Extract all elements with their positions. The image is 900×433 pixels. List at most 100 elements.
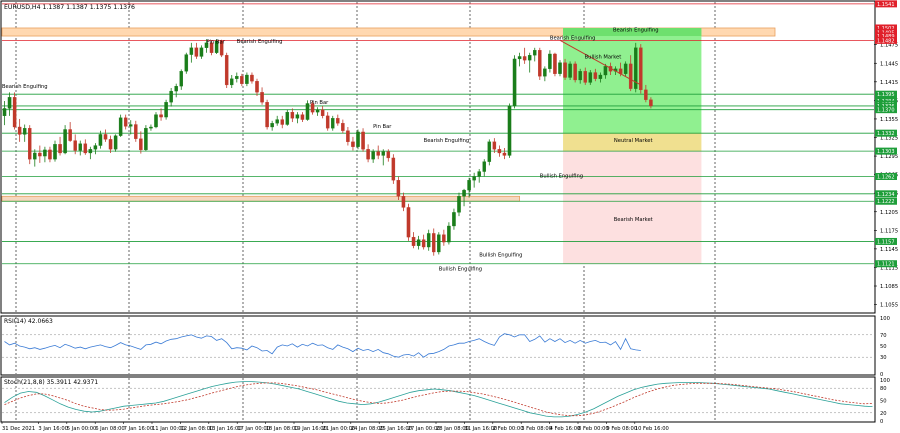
candle-body xyxy=(2,108,7,117)
zone-label: Bullish Market xyxy=(585,54,622,60)
candle-body xyxy=(38,152,42,157)
stoch-pane-frame xyxy=(0,376,876,423)
x-tick-label: 5 Jan 00:00 xyxy=(67,426,97,432)
candle-body xyxy=(315,109,320,113)
candle-body xyxy=(639,47,643,91)
candle-body xyxy=(512,58,517,107)
x-tick-label: 10 Feb 16:00 xyxy=(635,426,669,432)
candle-body xyxy=(558,62,562,74)
candle-body xyxy=(583,71,588,83)
symbol-header: EURUSD,H4 1.1387 1.1387 1.1375 1.1376 xyxy=(4,4,135,11)
candle-body xyxy=(93,145,98,150)
candle-body xyxy=(371,151,375,160)
candle-body xyxy=(285,111,290,125)
price-pane: Bearish Engulfing Pin Bar Bearish Engulfin… xyxy=(0,0,898,314)
candle-body xyxy=(179,71,183,87)
candle-body xyxy=(17,126,22,135)
pattern-annotation: Pin Bar xyxy=(207,39,226,45)
price-level-label: 1.1370 xyxy=(877,108,895,114)
price-level-label: 1.1262 xyxy=(877,174,895,180)
price-tick-label: 1.1085 xyxy=(880,284,898,290)
candle-body xyxy=(472,176,476,181)
candle-body xyxy=(502,152,507,156)
candle-body xyxy=(73,140,77,151)
x-tick-label: 4 Feb 16:00 xyxy=(550,426,581,432)
candle-body xyxy=(22,128,27,135)
candle-body xyxy=(457,196,461,213)
candle-body xyxy=(507,105,512,156)
candle-body xyxy=(477,171,481,177)
candle-body xyxy=(623,63,628,74)
candle-body xyxy=(411,236,416,246)
rsi-tick-label: 50 xyxy=(880,344,887,350)
candle-body xyxy=(522,56,527,61)
candle-body xyxy=(437,234,441,253)
candle-body xyxy=(194,47,199,57)
candle-body xyxy=(336,118,340,124)
candle-body xyxy=(462,189,466,197)
candle-body xyxy=(275,119,279,124)
candle-body xyxy=(103,134,108,140)
pattern-annotation: Bearish Engulfing xyxy=(424,138,470,144)
price-tick-label: 1.1415 xyxy=(880,80,898,86)
stoch-tick-label: 100 xyxy=(880,378,890,384)
candle-body xyxy=(134,124,138,139)
candle-body xyxy=(431,233,436,253)
candle-body xyxy=(33,152,37,160)
candle-body xyxy=(391,157,396,181)
candle-body xyxy=(376,151,380,156)
candle-body xyxy=(300,114,305,120)
candle-body xyxy=(118,117,123,136)
candle-body xyxy=(88,149,93,154)
candle-body xyxy=(588,72,593,83)
candle-body xyxy=(548,53,552,69)
candle-body xyxy=(406,207,411,238)
price-tick-label: 1.1175 xyxy=(880,228,898,234)
candle-body xyxy=(320,109,325,117)
candle-body xyxy=(649,99,653,107)
rsi-axis: 1007050300 xyxy=(880,316,890,378)
candle-body xyxy=(573,63,577,81)
candle-body xyxy=(164,102,168,118)
stoch-tick-label: 0 xyxy=(880,419,883,425)
price-level-label: 1.1482 xyxy=(877,38,895,44)
candle-body xyxy=(401,196,406,208)
candle-body xyxy=(154,114,158,128)
rsi-tick-label: 70 xyxy=(880,333,887,339)
candle-body xyxy=(128,124,133,127)
candle-body xyxy=(7,97,12,109)
rsi-pane: 1007050300 RSI(14) 42.0663 xyxy=(0,315,890,378)
candle-body xyxy=(229,78,234,86)
candle-body xyxy=(53,144,57,160)
candle-body xyxy=(533,50,537,56)
price-axis: 1.14751.14451.14151.13851.13551.13251.12… xyxy=(874,0,898,309)
stoch-pane: 100 80 50 20 0 Stoch(21,8,8) 35.3911 42.9371 xyxy=(0,376,890,425)
rsi-title: RSI(14) 42.0663 xyxy=(4,318,53,325)
x-tick-label: 6 Jan 08:00 xyxy=(95,426,125,432)
candle-body xyxy=(538,50,542,77)
candle-body xyxy=(144,128,148,151)
candle-body xyxy=(295,114,300,119)
candle-body xyxy=(270,123,274,128)
price-level-label: 1.1332 xyxy=(877,131,895,137)
x-tick-label: 31 Dec 2021 xyxy=(2,426,35,432)
candle-body xyxy=(543,68,547,77)
pattern-annotation: Bullish Engulfing xyxy=(540,174,583,180)
candle-body xyxy=(245,74,249,84)
zone-label: Bearish Engulfing xyxy=(613,28,659,34)
candle-body xyxy=(139,138,143,151)
candle-body xyxy=(346,130,350,142)
candle-body xyxy=(174,86,178,92)
candle-body xyxy=(366,149,370,160)
candle-body xyxy=(48,149,52,160)
stoch-tick-label: 20 xyxy=(880,411,887,417)
candle-body xyxy=(426,233,431,248)
candle-body xyxy=(330,118,335,129)
candle-body xyxy=(240,76,244,84)
pattern-annotation: Bearish Engulfing xyxy=(2,84,48,90)
time-axis: 31 Dec 2021 3 Jan 16:005 Jan 00:006 Jan 0… xyxy=(1,422,669,432)
candle-body xyxy=(189,47,194,55)
candle-body xyxy=(361,131,365,150)
candle-body xyxy=(305,103,310,120)
price-tick-label: 1.1145 xyxy=(880,247,898,253)
